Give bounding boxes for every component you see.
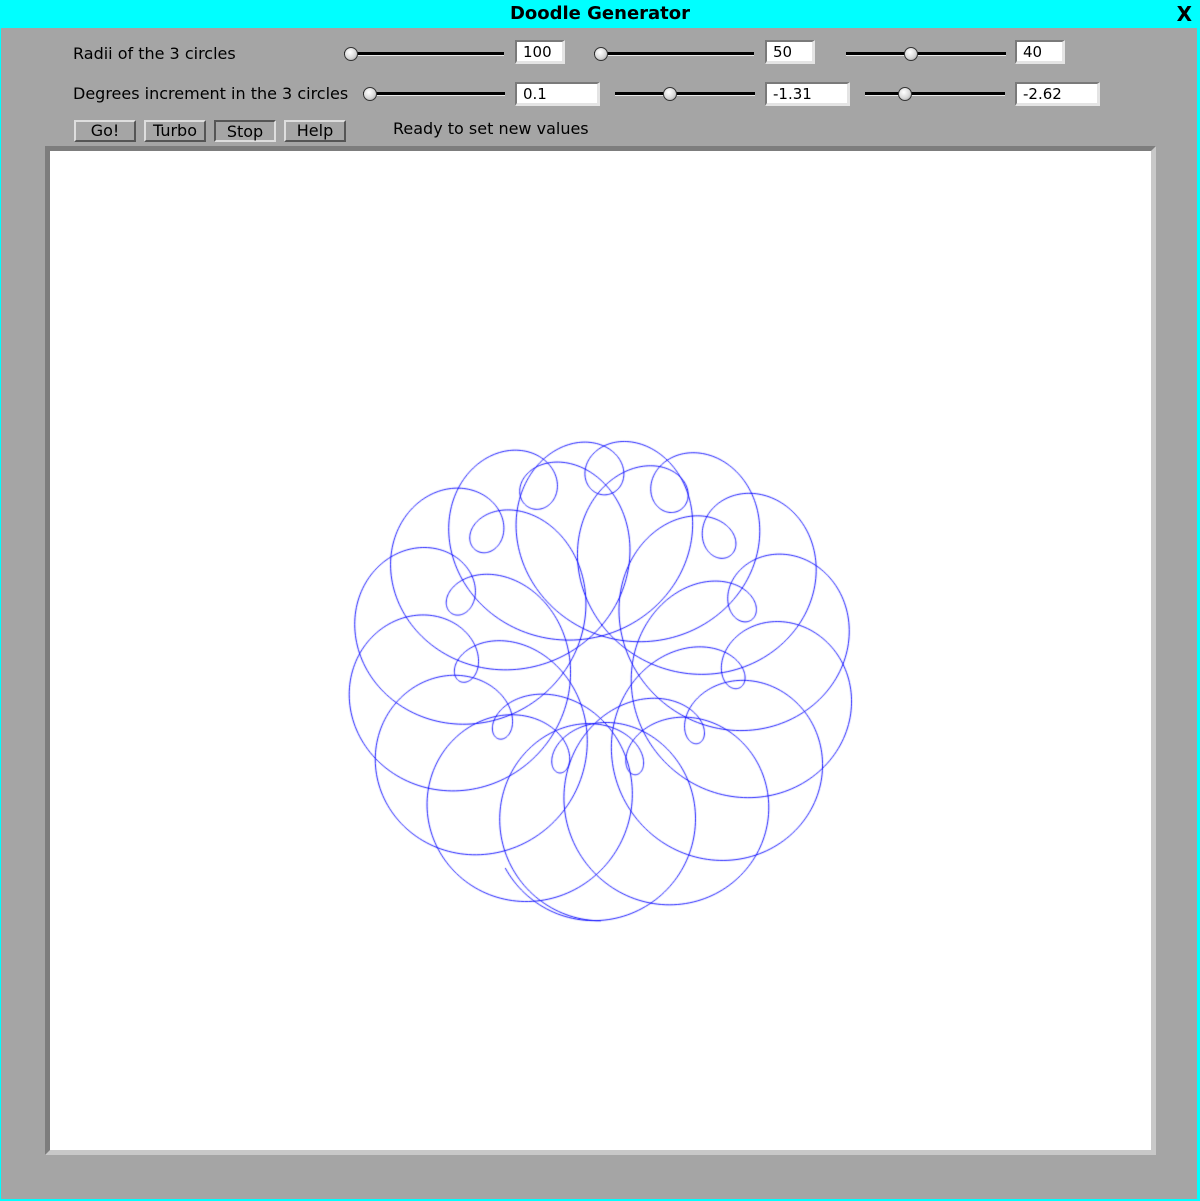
status-text: Ready to set new values — [393, 119, 589, 138]
increment-1-slider[interactable] — [363, 86, 505, 102]
window-client-area: Radii of the 3 circles 100 50 40 Degrees… — [1, 28, 1197, 1199]
radius-2-slider[interactable] — [594, 46, 754, 62]
radius-3-field[interactable]: 40 — [1015, 40, 1065, 64]
increment-1-field[interactable]: 0.1 — [515, 82, 600, 106]
increment-3-slider[interactable] — [865, 86, 1005, 102]
close-button[interactable]: X — [1177, 2, 1192, 26]
increment-2-slider[interactable] — [615, 86, 755, 102]
slider-track — [594, 52, 754, 56]
radii-label: Radii of the 3 circles — [73, 44, 236, 63]
slider-track — [865, 92, 1005, 96]
window-title: Doodle Generator — [509, 3, 691, 24]
slider-thumb[interactable] — [662, 87, 677, 101]
stop-button[interactable]: Stop — [214, 120, 276, 142]
doodle-canvas — [50, 151, 1151, 1150]
radius-1-field[interactable]: 100 — [515, 40, 565, 64]
radius-3-slider[interactable] — [846, 46, 1006, 62]
slider-track — [615, 92, 755, 96]
slider-thumb[interactable] — [897, 87, 912, 101]
title-bar: Doodle Generator X — [0, 0, 1200, 28]
slider-track — [846, 52, 1006, 56]
slider-track — [363, 92, 505, 96]
go-button[interactable]: Go! — [74, 120, 136, 142]
slider-thumb[interactable] — [904, 47, 919, 61]
drawing-area — [45, 146, 1156, 1155]
radius-2-field[interactable]: 50 — [765, 40, 815, 64]
slider-thumb[interactable] — [594, 47, 608, 61]
increment-3-field[interactable]: -2.62 — [1015, 82, 1100, 106]
doodle-generator-window: Doodle Generator X Radii of the 3 circle… — [0, 0, 1200, 1201]
increments-label: Degrees increment in the 3 circles — [73, 84, 349, 103]
turbo-button[interactable]: Turbo — [144, 120, 206, 142]
slider-thumb[interactable] — [344, 47, 358, 61]
help-button[interactable]: Help — [284, 120, 346, 142]
radius-1-slider[interactable] — [344, 46, 504, 62]
slider-track — [344, 52, 504, 56]
increment-2-field[interactable]: -1.31 — [765, 82, 850, 106]
slider-thumb[interactable] — [363, 87, 377, 101]
